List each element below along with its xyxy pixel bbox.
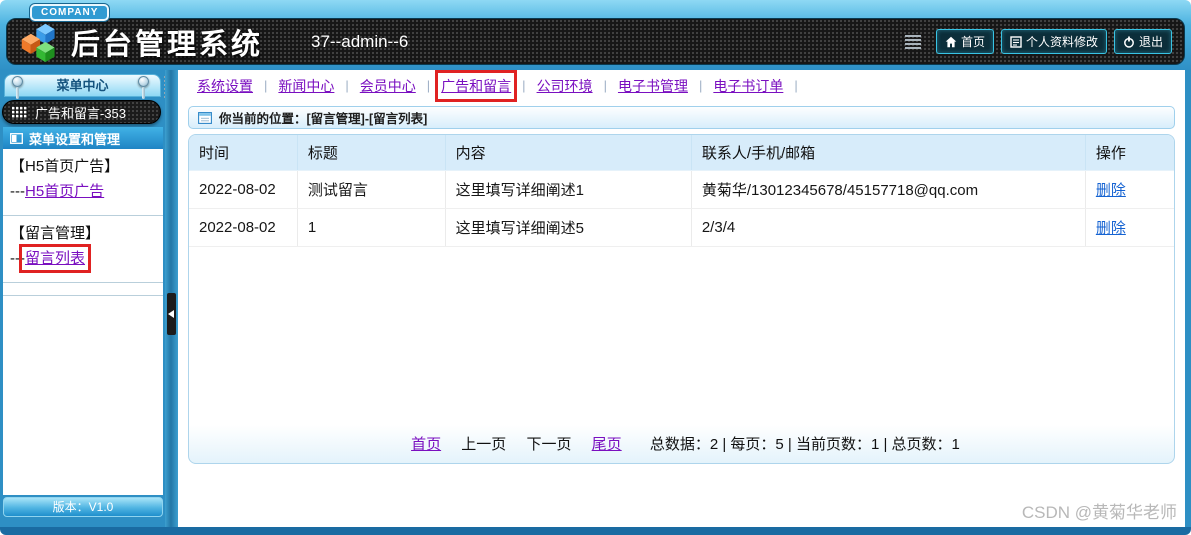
menu-empty-row [3,283,163,296]
menu-section-title: 菜单设置和管理 [29,131,121,147]
nav-separator: | [603,78,607,93]
menu-group: 【H5首页广告】 ---H5首页广告 [3,149,163,216]
cell-content: 这里填写详细阐述1 [445,170,692,209]
nav-separator: | [522,78,526,93]
pagination-next[interactable]: 下一页 [526,436,571,453]
menu-group-heading: 【H5首页广告】 [10,158,120,175]
tab-news-center[interactable]: 新闻中心 [278,76,334,96]
tab-ads-and-messages[interactable]: 广告和留言 [435,69,518,102]
pagination: 首页 上一页 下一页 尾页 总数据：2 | 每页：5 | 当前页数：1 | 总页… [189,433,1174,454]
pagination-summary: 总数据：2 | 每页：5 | 当前页数：1 | 总页数：1 [649,436,960,453]
menu-group-heading: 【留言管理】 [10,225,101,242]
menu-body: 【H5首页广告】 ---H5首页广告 【留言管理】 ---留言列表 [3,149,163,495]
cell-title: 1 [297,208,446,247]
breadcrumb-text: 你当前的位置：[留言管理]-[留言列表] [219,112,428,126]
grid-icon [12,106,27,117]
main-content: 系统设置 | 新闻中心 | 会员中心 | 广告和留言 | 公司环境 | 电子书管理 | 电子… [178,69,1191,527]
cell-contact: 2/3/4 [691,208,1086,247]
top-nav: 系统设置 | 新闻中心 | 会员中心 | 广告和留言 | 公司环境 | 电子书管理 | 电子… [178,69,1185,102]
splitter-collapse-handle[interactable] [167,293,176,335]
body: 菜单中心 广告和留言-353 菜单设置和管理 【H5首页广告】 ---H5首页广… [0,69,1191,527]
nav-separator: | [345,78,349,93]
column-header-time: 时间 [189,135,298,171]
pagination-prev[interactable]: 上一页 [461,436,506,453]
column-header-contact: 联系人/手机/邮箱 [691,135,1086,171]
logout-button-label: 退出 [1138,35,1163,49]
cell-title: 测试留言 [297,170,446,209]
profile-form-icon [1010,35,1022,48]
sidebar: 菜单中心 广告和留言-353 菜单设置和管理 【H5首页广告】 ---H5首页广… [0,70,178,527]
cell-content: 这里填写详细阐述5 [445,208,692,247]
message-table: 时间 标题 内容 联系人/手机/邮箱 操作 2022-08-02 测试留言 这里… [189,135,1174,247]
page-title: 后台管理系统 [71,28,264,61]
table-row: 2022-08-02 测试留言 这里填写详细阐述1 黄菊华/1301234567… [189,170,1174,209]
logout-button[interactable]: 退出 [1113,29,1172,54]
delete-link[interactable]: 删除 [1096,220,1126,237]
cubes-logo-icon [21,23,55,62]
message-list-panel: 时间 标题 内容 联系人/手机/邮箱 操作 2022-08-02 测试留言 这里… [188,134,1175,464]
nav-separator: | [264,78,268,93]
breadcrumb: 你当前的位置：[留言管理]-[留言列表] [188,106,1175,129]
nav-separator: | [698,78,703,93]
pin-icon [138,76,149,99]
sidebar-item-message-list[interactable]: 留言列表 [18,244,92,273]
window-icon [10,132,23,144]
company-badge: COMPANY [30,4,110,21]
header: COMPANY 后台管理系统 37--admin--6 首页 个人资料修改 退出 [0,0,1191,70]
sidebar-item-h5-home-ads[interactable]: H5首页广告 [25,183,104,200]
column-header-content: 内容 [445,135,692,171]
nav-separator: | [426,78,431,93]
menu-link-row: ---留言列表 [10,244,156,273]
cell-time: 2022-08-02 [189,208,298,247]
pagination-last[interactable]: 尾页 [592,436,622,453]
nav-separator: | [794,78,798,93]
menu-center-header: 菜单中心 [4,74,161,97]
tab-ebook-orders[interactable]: 电子书订单 [713,76,783,96]
delete-link[interactable]: 删除 [1096,182,1126,199]
table-row: 2022-08-02 1 这里填写详细阐述5 2/3/4 删除 [189,208,1174,247]
tab-member-center[interactable]: 会员中心 [360,76,416,96]
sidebar-splitter[interactable] [165,70,178,527]
menu-link-row: ---H5首页广告 [10,179,156,204]
menu-section-header: 菜单设置和管理 [3,127,163,149]
session-info: 37--admin--6 [311,31,409,51]
cell-time: 2022-08-02 [189,170,298,209]
footer-bar [0,527,1191,535]
tab-company-environment[interactable]: 公司环境 [537,76,593,96]
admin-page: COMPANY 后台管理系统 37--admin--6 首页 个人资料修改 退出… [0,0,1191,535]
table-header-row: 时间 标题 内容 联系人/手机/邮箱 操作 [189,135,1174,171]
home-icon [945,36,957,47]
pin-icon [12,76,23,99]
link-prefix: --- [10,183,25,200]
power-icon [1124,36,1134,48]
version-bar: 版本：V1.0 [3,497,163,517]
profile-edit-button-label: 个人资料修改 [1025,35,1098,49]
column-header-title: 标题 [297,135,446,171]
header-actions: 首页 个人资料修改 退出 [904,29,1172,54]
menu-group: 【留言管理】 ---留言列表 [3,216,163,283]
hamburger-icon[interactable] [904,34,921,49]
title-bar: 后台管理系统 37--admin--6 首页 个人资料修改 退出 [6,18,1185,65]
column-header-action: 操作 [1085,135,1174,171]
tab-ebook-management[interactable]: 电子书管理 [618,76,688,96]
location-doc-icon [198,111,212,124]
watermark: CSDN @黄菊华老师 [1021,503,1177,522]
module-pill[interactable]: 广告和留言-353 [2,100,161,124]
cell-contact: 黄菊华/13012345678/45157718@qq.com [691,170,1086,209]
link-prefix: --- [10,250,25,267]
home-button-label: 首页 [960,35,985,49]
profile-edit-button[interactable]: 个人资料修改 [1000,29,1107,54]
pagination-first[interactable]: 首页 [411,436,441,453]
tab-system-settings[interactable]: 系统设置 [197,76,253,96]
module-pill-label: 广告和留言-353 [35,105,127,121]
home-button[interactable]: 首页 [935,29,994,54]
sidebar-menu-panel: 菜单设置和管理 【H5首页广告】 ---H5首页广告 【留言管理】 ---留言列… [3,127,163,495]
